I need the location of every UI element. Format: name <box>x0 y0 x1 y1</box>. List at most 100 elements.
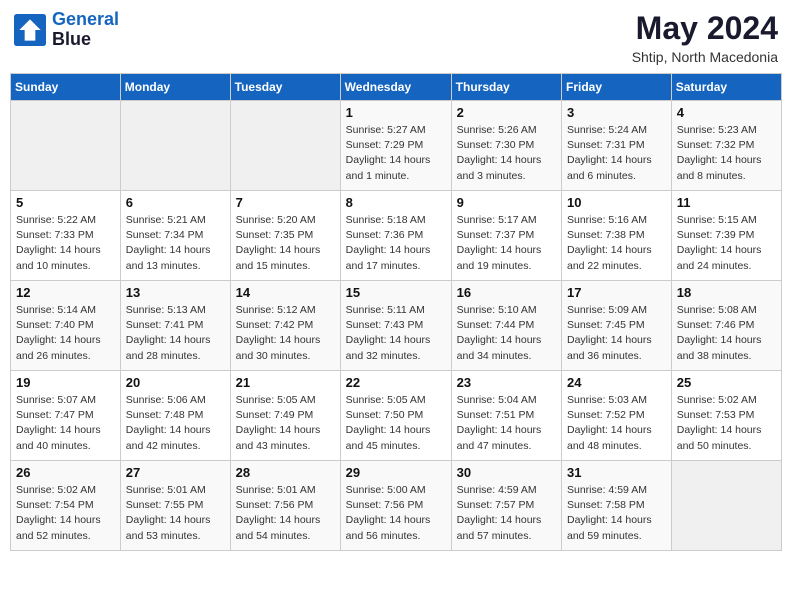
calendar-cell: 15 Sunrise: 5:11 AMSunset: 7:43 PMDaylig… <box>340 281 451 371</box>
calendar-header: Sunday Monday Tuesday Wednesday Thursday… <box>11 74 782 101</box>
day-number: 16 <box>457 285 556 300</box>
calendar-cell <box>671 461 781 551</box>
col-friday: Friday <box>562 74 672 101</box>
calendar-week-1: 1 Sunrise: 5:27 AMSunset: 7:29 PMDayligh… <box>11 101 782 191</box>
calendar-body: 1 Sunrise: 5:27 AMSunset: 7:29 PMDayligh… <box>11 101 782 551</box>
day-number: 8 <box>346 195 446 210</box>
day-number: 5 <box>16 195 115 210</box>
calendar-week-4: 19 Sunrise: 5:07 AMSunset: 7:47 PMDaylig… <box>11 371 782 461</box>
calendar-cell: 9 Sunrise: 5:17 AMSunset: 7:37 PMDayligh… <box>451 191 561 281</box>
logo-line2: Blue <box>52 30 119 50</box>
calendar-cell: 27 Sunrise: 5:01 AMSunset: 7:55 PMDaylig… <box>120 461 230 551</box>
day-detail: Sunrise: 5:12 AMSunset: 7:42 PMDaylight:… <box>236 303 335 364</box>
day-detail: Sunrise: 5:14 AMSunset: 7:40 PMDaylight:… <box>16 303 115 364</box>
day-detail: Sunrise: 5:06 AMSunset: 7:48 PMDaylight:… <box>126 393 225 454</box>
day-detail: Sunrise: 5:10 AMSunset: 7:44 PMDaylight:… <box>457 303 556 364</box>
day-number: 28 <box>236 465 335 480</box>
title-block: May 2024 Shtip, North Macedonia <box>632 10 778 65</box>
day-detail: Sunrise: 5:27 AMSunset: 7:29 PMDaylight:… <box>346 123 446 184</box>
calendar-table: Sunday Monday Tuesday Wednesday Thursday… <box>10 73 782 551</box>
day-detail: Sunrise: 5:00 AMSunset: 7:56 PMDaylight:… <box>346 483 446 544</box>
day-number: 12 <box>16 285 115 300</box>
calendar-cell: 25 Sunrise: 5:02 AMSunset: 7:53 PMDaylig… <box>671 371 781 461</box>
calendar-cell: 11 Sunrise: 5:15 AMSunset: 7:39 PMDaylig… <box>671 191 781 281</box>
day-detail: Sunrise: 5:02 AMSunset: 7:54 PMDaylight:… <box>16 483 115 544</box>
day-number: 25 <box>677 375 776 390</box>
calendar-cell: 14 Sunrise: 5:12 AMSunset: 7:42 PMDaylig… <box>230 281 340 371</box>
day-number: 20 <box>126 375 225 390</box>
day-number: 23 <box>457 375 556 390</box>
calendar-week-2: 5 Sunrise: 5:22 AMSunset: 7:33 PMDayligh… <box>11 191 782 281</box>
calendar-cell: 18 Sunrise: 5:08 AMSunset: 7:46 PMDaylig… <box>671 281 781 371</box>
day-detail: Sunrise: 5:04 AMSunset: 7:51 PMDaylight:… <box>457 393 556 454</box>
logo-icon <box>14 14 46 46</box>
calendar-cell: 21 Sunrise: 5:05 AMSunset: 7:49 PMDaylig… <box>230 371 340 461</box>
day-number: 4 <box>677 105 776 120</box>
calendar-cell: 13 Sunrise: 5:13 AMSunset: 7:41 PMDaylig… <box>120 281 230 371</box>
day-detail: Sunrise: 5:15 AMSunset: 7:39 PMDaylight:… <box>677 213 776 274</box>
calendar-cell: 19 Sunrise: 5:07 AMSunset: 7:47 PMDaylig… <box>11 371 121 461</box>
month-title: May 2024 <box>632 10 778 47</box>
day-detail: Sunrise: 5:13 AMSunset: 7:41 PMDaylight:… <box>126 303 225 364</box>
day-detail: Sunrise: 5:07 AMSunset: 7:47 PMDaylight:… <box>16 393 115 454</box>
calendar-cell: 12 Sunrise: 5:14 AMSunset: 7:40 PMDaylig… <box>11 281 121 371</box>
day-detail: Sunrise: 5:16 AMSunset: 7:38 PMDaylight:… <box>567 213 666 274</box>
day-detail: Sunrise: 5:23 AMSunset: 7:32 PMDaylight:… <box>677 123 776 184</box>
day-number: 10 <box>567 195 666 210</box>
calendar-cell: 3 Sunrise: 5:24 AMSunset: 7:31 PMDayligh… <box>562 101 672 191</box>
day-number: 26 <box>16 465 115 480</box>
day-detail: Sunrise: 5:22 AMSunset: 7:33 PMDaylight:… <box>16 213 115 274</box>
day-detail: Sunrise: 5:09 AMSunset: 7:45 PMDaylight:… <box>567 303 666 364</box>
calendar-cell: 2 Sunrise: 5:26 AMSunset: 7:30 PMDayligh… <box>451 101 561 191</box>
day-detail: Sunrise: 5:20 AMSunset: 7:35 PMDaylight:… <box>236 213 335 274</box>
calendar-cell: 24 Sunrise: 5:03 AMSunset: 7:52 PMDaylig… <box>562 371 672 461</box>
calendar-cell: 26 Sunrise: 5:02 AMSunset: 7:54 PMDaylig… <box>11 461 121 551</box>
calendar-cell: 1 Sunrise: 5:27 AMSunset: 7:29 PMDayligh… <box>340 101 451 191</box>
day-number: 6 <box>126 195 225 210</box>
day-detail: Sunrise: 5:17 AMSunset: 7:37 PMDaylight:… <box>457 213 556 274</box>
day-detail: Sunrise: 5:02 AMSunset: 7:53 PMDaylight:… <box>677 393 776 454</box>
calendar-cell: 30 Sunrise: 4:59 AMSunset: 7:57 PMDaylig… <box>451 461 561 551</box>
day-detail: Sunrise: 5:26 AMSunset: 7:30 PMDaylight:… <box>457 123 556 184</box>
col-wednesday: Wednesday <box>340 74 451 101</box>
calendar-cell: 8 Sunrise: 5:18 AMSunset: 7:36 PMDayligh… <box>340 191 451 281</box>
calendar-cell: 4 Sunrise: 5:23 AMSunset: 7:32 PMDayligh… <box>671 101 781 191</box>
calendar-week-3: 12 Sunrise: 5:14 AMSunset: 7:40 PMDaylig… <box>11 281 782 371</box>
day-number: 24 <box>567 375 666 390</box>
day-number: 15 <box>346 285 446 300</box>
day-detail: Sunrise: 5:01 AMSunset: 7:56 PMDaylight:… <box>236 483 335 544</box>
day-number: 21 <box>236 375 335 390</box>
col-sunday: Sunday <box>11 74 121 101</box>
day-number: 27 <box>126 465 225 480</box>
day-number: 17 <box>567 285 666 300</box>
day-number: 13 <box>126 285 225 300</box>
day-number: 2 <box>457 105 556 120</box>
day-number: 22 <box>346 375 446 390</box>
day-detail: Sunrise: 5:01 AMSunset: 7:55 PMDaylight:… <box>126 483 225 544</box>
calendar-week-5: 26 Sunrise: 5:02 AMSunset: 7:54 PMDaylig… <box>11 461 782 551</box>
logo-line1: General <box>52 9 119 29</box>
calendar-cell: 17 Sunrise: 5:09 AMSunset: 7:45 PMDaylig… <box>562 281 672 371</box>
calendar-cell: 6 Sunrise: 5:21 AMSunset: 7:34 PMDayligh… <box>120 191 230 281</box>
calendar-cell: 29 Sunrise: 5:00 AMSunset: 7:56 PMDaylig… <box>340 461 451 551</box>
calendar-cell: 31 Sunrise: 4:59 AMSunset: 7:58 PMDaylig… <box>562 461 672 551</box>
calendar-cell: 16 Sunrise: 5:10 AMSunset: 7:44 PMDaylig… <box>451 281 561 371</box>
location: Shtip, North Macedonia <box>632 49 778 65</box>
calendar-cell <box>120 101 230 191</box>
day-detail: Sunrise: 5:24 AMSunset: 7:31 PMDaylight:… <box>567 123 666 184</box>
day-number: 19 <box>16 375 115 390</box>
calendar-cell <box>11 101 121 191</box>
day-detail: Sunrise: 5:03 AMSunset: 7:52 PMDaylight:… <box>567 393 666 454</box>
day-detail: Sunrise: 5:05 AMSunset: 7:50 PMDaylight:… <box>346 393 446 454</box>
day-number: 30 <box>457 465 556 480</box>
day-detail: Sunrise: 4:59 AMSunset: 7:57 PMDaylight:… <box>457 483 556 544</box>
day-detail: Sunrise: 4:59 AMSunset: 7:58 PMDaylight:… <box>567 483 666 544</box>
day-detail: Sunrise: 5:11 AMSunset: 7:43 PMDaylight:… <box>346 303 446 364</box>
day-detail: Sunrise: 5:18 AMSunset: 7:36 PMDaylight:… <box>346 213 446 274</box>
calendar-cell: 10 Sunrise: 5:16 AMSunset: 7:38 PMDaylig… <box>562 191 672 281</box>
day-detail: Sunrise: 5:21 AMSunset: 7:34 PMDaylight:… <box>126 213 225 274</box>
day-number: 9 <box>457 195 556 210</box>
day-detail: Sunrise: 5:08 AMSunset: 7:46 PMDaylight:… <box>677 303 776 364</box>
calendar-cell: 28 Sunrise: 5:01 AMSunset: 7:56 PMDaylig… <box>230 461 340 551</box>
calendar-cell: 20 Sunrise: 5:06 AMSunset: 7:48 PMDaylig… <box>120 371 230 461</box>
